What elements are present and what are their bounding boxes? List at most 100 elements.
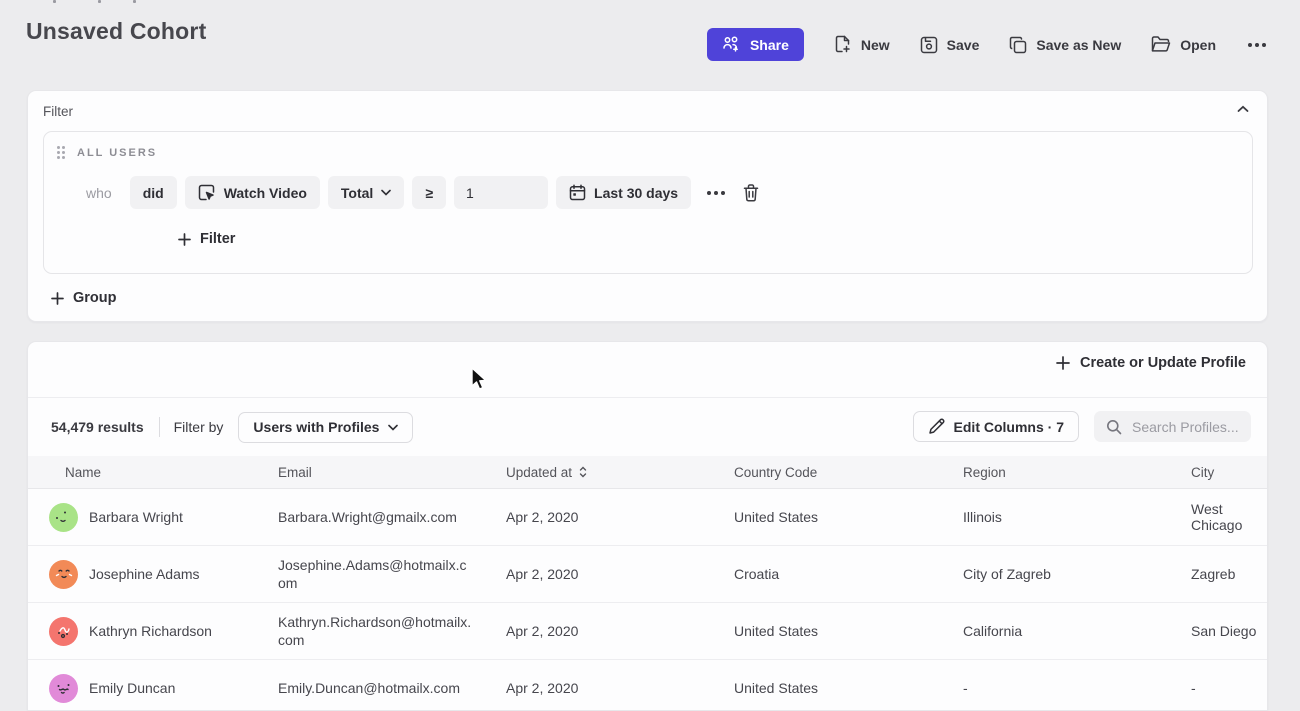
profile-updated-at: Apr 2, 2020 bbox=[506, 566, 734, 582]
filter-by-label: Filter by bbox=[174, 419, 224, 435]
who-label: who bbox=[86, 185, 112, 201]
folder-icon bbox=[1151, 36, 1171, 53]
more-options-button[interactable] bbox=[1246, 39, 1268, 51]
column-header-city[interactable]: City bbox=[1191, 465, 1267, 480]
avatar bbox=[49, 503, 78, 532]
clause-more-options-button[interactable] bbox=[705, 189, 727, 197]
profile-region: California bbox=[963, 623, 1191, 639]
watch-video-icon bbox=[198, 184, 216, 202]
profile-email: Josephine.Adams@hotmailx.com bbox=[278, 556, 474, 592]
save-button-label: Save bbox=[947, 37, 980, 53]
new-button[interactable]: New bbox=[834, 35, 890, 54]
event-chip[interactable]: Watch Video bbox=[185, 176, 320, 209]
profile-city: - bbox=[1191, 680, 1267, 696]
results-toolbar: 54,479 results Filter by Users with Prof… bbox=[28, 398, 1267, 456]
save-as-new-button[interactable]: Save as New bbox=[1009, 36, 1121, 54]
profile-country-code: United States bbox=[734, 680, 963, 696]
sort-icon[interactable] bbox=[579, 466, 587, 478]
profile-region: - bbox=[963, 680, 1191, 696]
column-header-updated-at[interactable]: Updated at bbox=[506, 465, 734, 480]
profile-name[interactable]: Barbara Wright bbox=[89, 509, 183, 525]
profile-name[interactable]: Josephine Adams bbox=[89, 566, 200, 582]
plus-icon bbox=[1056, 356, 1070, 370]
save-icon bbox=[920, 36, 938, 54]
delete-clause-button[interactable] bbox=[741, 182, 761, 204]
profile-updated-at: Apr 2, 2020 bbox=[506, 680, 734, 696]
share-users-icon bbox=[722, 36, 741, 53]
column-header-country-code[interactable]: Country Code bbox=[734, 465, 963, 480]
profile-region: City of Zagreb bbox=[963, 566, 1191, 582]
chevron-down-icon bbox=[388, 424, 398, 431]
search-profiles-box[interactable] bbox=[1094, 411, 1251, 442]
event-chip-label: Watch Video bbox=[224, 185, 307, 201]
column-header-name[interactable]: Name bbox=[28, 465, 278, 480]
new-file-icon bbox=[834, 35, 852, 54]
search-profiles-input[interactable] bbox=[1132, 419, 1242, 435]
profiles-filter-label: Users with Profiles bbox=[253, 419, 379, 435]
avatar bbox=[49, 560, 78, 589]
edit-columns-label: Edit Columns · 7 bbox=[954, 419, 1064, 435]
column-header-region[interactable]: Region bbox=[963, 465, 1191, 480]
table-header-row: Name Email Updated at Country Code Regio… bbox=[28, 456, 1267, 489]
profile-country-code: United States bbox=[734, 623, 963, 639]
profile-email: Emily.Duncan@hotmailx.com bbox=[278, 679, 474, 697]
filter-group-card: ALL USERS who did Watch Video Total bbox=[43, 131, 1253, 274]
profile-name[interactable]: Emily Duncan bbox=[89, 680, 175, 696]
updated-at-label: Updated at bbox=[506, 465, 572, 480]
profile-city: West Chicago bbox=[1191, 501, 1267, 533]
avatar bbox=[49, 674, 78, 703]
operator-chip[interactable]: ≥ bbox=[412, 176, 446, 209]
aggregation-dropdown[interactable]: Total bbox=[328, 176, 404, 209]
pencil-icon bbox=[928, 418, 945, 435]
profile-name[interactable]: Kathryn Richardson bbox=[89, 623, 212, 639]
profile-city: Zagreb bbox=[1191, 566, 1267, 582]
group-title: ALL USERS bbox=[77, 147, 157, 159]
plus-icon bbox=[178, 233, 191, 246]
profile-email: Barbara.Wright@gmailx.com bbox=[278, 508, 474, 526]
page-title: Unsaved Cohort bbox=[26, 18, 206, 45]
column-header-email[interactable]: Email bbox=[278, 465, 506, 480]
filter-panel: Filter ALL USERS who did Watc bbox=[27, 90, 1268, 322]
results-top-bar: Create or Update Profile bbox=[28, 342, 1267, 398]
did-chip[interactable]: did bbox=[130, 176, 177, 209]
profile-updated-at: Apr 2, 2020 bbox=[506, 509, 734, 525]
operator-label: ≥ bbox=[425, 185, 433, 201]
page-header: Unsaved Cohort Share New bbox=[0, 0, 1300, 90]
aggregation-label: Total bbox=[341, 185, 373, 201]
header-actions: Share New Save bbox=[707, 28, 1268, 61]
toolbar-divider bbox=[159, 417, 160, 437]
share-button[interactable]: Share bbox=[707, 28, 804, 61]
profile-updated-at: Apr 2, 2020 bbox=[506, 623, 734, 639]
table-row[interactable]: Kathryn Richardson Kathryn.Richardson@ho… bbox=[28, 603, 1267, 660]
open-button[interactable]: Open bbox=[1151, 36, 1216, 53]
date-range-label: Last 30 days bbox=[594, 185, 678, 201]
add-group-label: Group bbox=[73, 290, 117, 306]
avatar bbox=[49, 617, 78, 646]
create-or-update-profile-button[interactable]: Create or Update Profile bbox=[1056, 355, 1246, 371]
table-row[interactable]: Josephine Adams Josephine.Adams@hotmailx… bbox=[28, 546, 1267, 603]
value-input[interactable] bbox=[454, 176, 548, 209]
edit-columns-button[interactable]: Edit Columns · 7 bbox=[913, 411, 1079, 442]
table-row[interactable]: Emily Duncan Emily.Duncan@hotmailx.com A… bbox=[28, 660, 1267, 711]
new-button-label: New bbox=[861, 37, 890, 53]
add-group-button[interactable]: Group bbox=[51, 290, 117, 306]
collapse-chevron-up-icon[interactable] bbox=[1233, 101, 1253, 117]
profiles-filter-dropdown[interactable]: Users with Profiles bbox=[238, 412, 413, 443]
profile-region: Illinois bbox=[963, 509, 1191, 525]
create-or-update-profile-label: Create or Update Profile bbox=[1080, 355, 1246, 371]
open-button-label: Open bbox=[1180, 37, 1216, 53]
calendar-icon bbox=[569, 184, 586, 201]
drag-handle-icon[interactable] bbox=[57, 146, 65, 159]
search-icon bbox=[1106, 419, 1122, 435]
profile-city: San Diego bbox=[1191, 623, 1267, 639]
profiles-table: Name Email Updated at Country Code Regio… bbox=[28, 456, 1267, 711]
add-filter-label: Filter bbox=[200, 231, 235, 247]
profile-country-code: Croatia bbox=[734, 566, 963, 582]
save-button[interactable]: Save bbox=[920, 36, 980, 54]
add-filter-button[interactable]: Filter bbox=[178, 231, 235, 247]
save-as-new-button-label: Save as New bbox=[1036, 37, 1121, 53]
date-range-chip[interactable]: Last 30 days bbox=[556, 176, 691, 209]
chevron-down-icon bbox=[381, 189, 391, 196]
copy-icon bbox=[1009, 36, 1027, 54]
table-row[interactable]: Barbara Wright Barbara.Wright@gmailx.com… bbox=[28, 489, 1267, 546]
